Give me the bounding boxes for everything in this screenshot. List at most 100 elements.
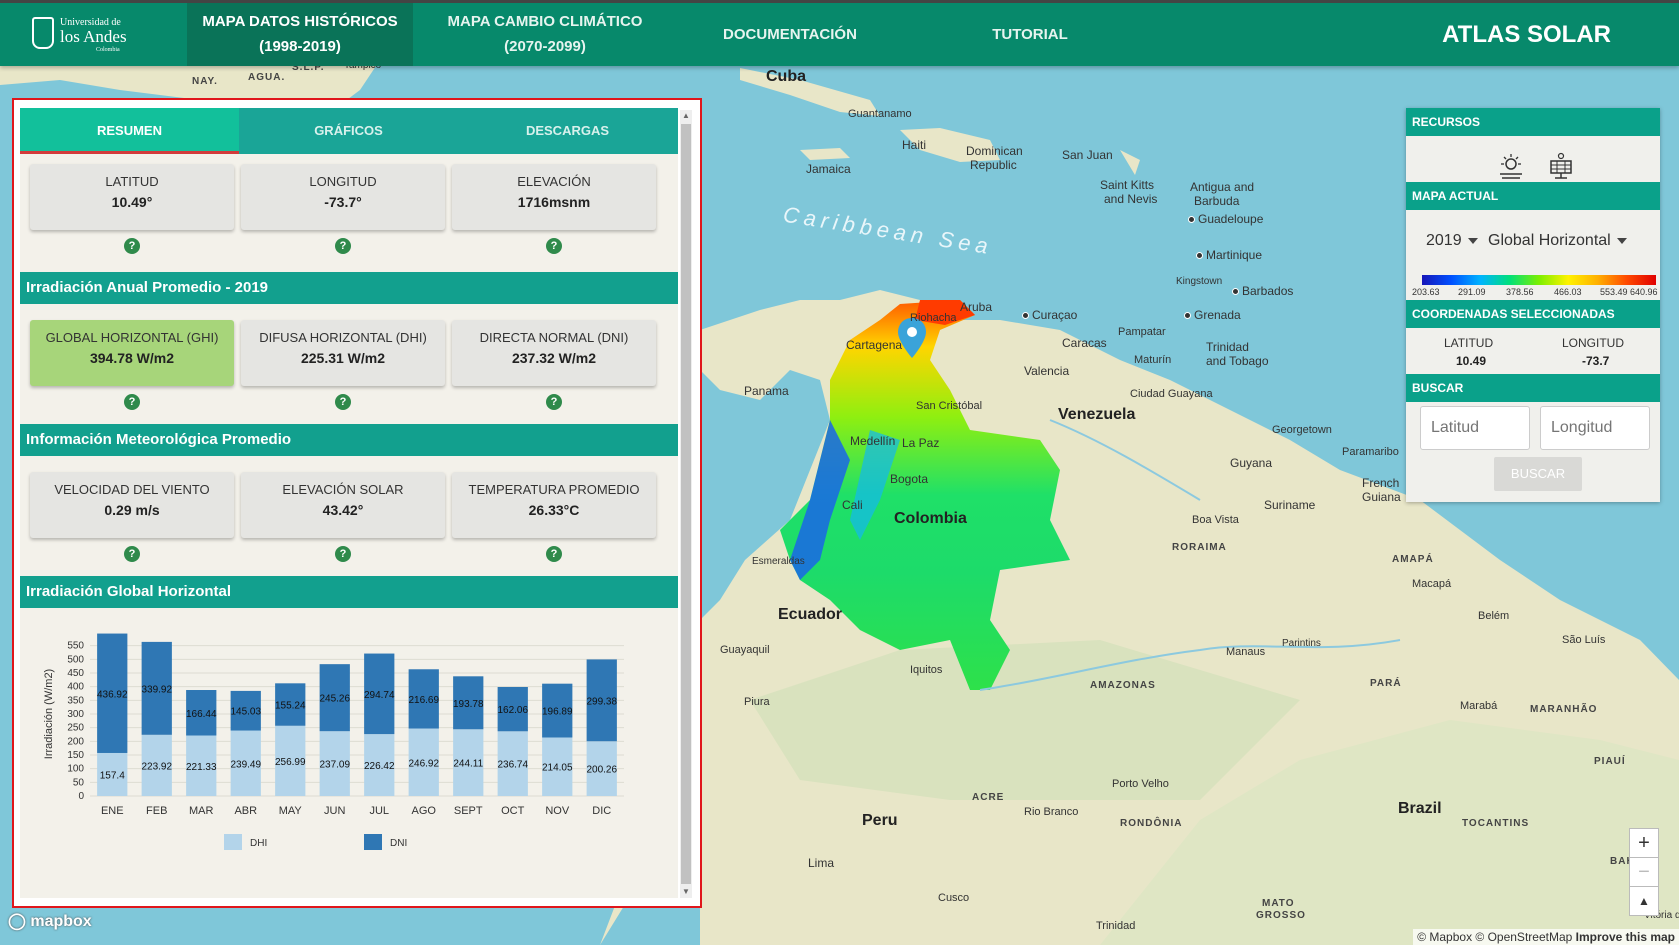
map-label: Trinidad xyxy=(1206,340,1249,354)
map-label: Riohacha xyxy=(910,312,957,324)
chart-x-tick-label: FEB xyxy=(146,805,167,817)
scroll-up-arrow-icon[interactable]: ▲ xyxy=(681,110,691,122)
map-label: Parintins xyxy=(1282,638,1321,649)
scrollbar-thumb[interactable] xyxy=(681,124,691,884)
map-label: GROSSO xyxy=(1256,910,1306,921)
chevron-down-icon xyxy=(1616,237,1627,244)
chart-y-tick-label: 100 xyxy=(67,764,84,775)
buscar-button[interactable]: BUSCAR xyxy=(1494,457,1582,491)
panel-scrollbar[interactable]: ▲ ▼ xyxy=(680,110,692,898)
mapbox-logo-text: mapbox xyxy=(30,913,92,930)
nav-tab-historical-map[interactable]: MAPA DATOS HISTÓRICOS (1998-2019) xyxy=(187,3,413,66)
card-label: VELOCIDAD DEL VIENTO xyxy=(54,482,210,497)
logo-line3: Colombia xyxy=(96,47,120,53)
map-label: Macapá xyxy=(1412,578,1452,590)
chart-data-label: 299.38 xyxy=(586,696,617,707)
map-label: Barbados xyxy=(1232,284,1293,298)
attribution-text[interactable]: © Mapbox © OpenStreetMap xyxy=(1417,930,1572,944)
help-icon[interactable]: ? xyxy=(335,546,351,562)
mapa-actual-header: MAPA ACTUAL xyxy=(1406,182,1660,210)
map-label: Boa Vista xyxy=(1192,514,1239,526)
chart-y-tick-label: 450 xyxy=(67,668,84,679)
chart-x-tick-label: ENE xyxy=(101,805,124,817)
map-label: Barbuda xyxy=(1194,194,1240,208)
zoom-in-button[interactable]: + xyxy=(1629,828,1659,858)
longitude-input[interactable] xyxy=(1540,406,1650,450)
nav-tab-tutorial[interactable]: TUTORIAL xyxy=(950,3,1110,66)
mapbox-logo[interactable]: ◯ mapbox xyxy=(8,911,92,931)
map-label: Maturín xyxy=(1134,354,1172,366)
temperature-card: TEMPERATURA PROMEDIO 26.33°C xyxy=(452,472,656,538)
summary-panel-content[interactable]: RESUMEN GRÁFICOS DESCARGAS LATITUD 10.49… xyxy=(20,108,678,898)
chart-data-label: 214.05 xyxy=(542,763,573,774)
variable-select[interactable]: Global Horizontal xyxy=(1488,232,1627,250)
help-icon[interactable]: ? xyxy=(546,238,562,254)
uniandes-logo[interactable]: Universidad de los Andes Colombia xyxy=(26,15,136,55)
map-attribution: © Mapbox © OpenStreetMap Improve this ma… xyxy=(1413,929,1679,945)
nav-tab-climate-change-map[interactable]: MAPA CAMBIO CLIMÁTICO (2070-2099) xyxy=(418,3,672,66)
section-meteo: Información Meteorológica Promedio xyxy=(20,424,678,456)
chart-x-tick-label: DIC xyxy=(592,805,611,817)
year-select[interactable]: 2019 xyxy=(1426,232,1478,250)
map-label: Suriname xyxy=(1264,498,1316,512)
chart-x-tick-label: NOV xyxy=(545,805,570,817)
map-label: Medellín xyxy=(850,434,896,448)
compass-icon[interactable]: ▲ xyxy=(1629,886,1659,916)
chart-data-label: 226.42 xyxy=(364,761,395,772)
tab-descargas[interactable]: DESCARGAS xyxy=(458,108,677,154)
card-label: DIFUSA HORIZONTAL (DHI) xyxy=(259,330,427,345)
map-label: São Luís xyxy=(1562,634,1606,646)
map-label: Brazil xyxy=(1398,800,1442,817)
help-icon[interactable]: ? xyxy=(335,238,351,254)
map-label: Guantanamo xyxy=(848,108,912,120)
zoom-out-button[interactable]: − xyxy=(1629,857,1659,887)
chart-x-tick-label: MAY xyxy=(279,805,303,817)
help-icon[interactable]: ? xyxy=(546,394,562,410)
map-label: Ecuador xyxy=(778,606,843,623)
help-icon[interactable]: ? xyxy=(335,394,351,410)
chart-x-tick-label: OCT xyxy=(501,805,525,817)
map-label: Marabá xyxy=(1460,700,1498,712)
map-label: Trinidad xyxy=(1096,920,1136,932)
buscar-header: BUSCAR xyxy=(1406,374,1660,402)
chart-legend-label: DNI xyxy=(390,838,407,849)
map-label: Saint Kitts xyxy=(1100,178,1155,192)
help-icon[interactable]: ? xyxy=(546,546,562,562)
improve-map-link[interactable]: Improve this map xyxy=(1576,930,1675,944)
chart-data-label: 162.06 xyxy=(497,705,528,716)
help-icon[interactable]: ? xyxy=(124,238,140,254)
chart-data-label: 236.74 xyxy=(497,760,528,771)
year-select-value: 2019 xyxy=(1426,232,1462,249)
solar-panel-icon[interactable] xyxy=(1546,152,1576,182)
help-icon[interactable]: ? xyxy=(124,546,140,562)
color-scale-bar xyxy=(1422,275,1656,285)
chart-data-label: 339.92 xyxy=(141,684,172,695)
scroll-down-arrow-icon[interactable]: ▼ xyxy=(681,886,691,898)
nav-tab-documentation[interactable]: DOCUMENTACIÓN xyxy=(700,3,880,66)
map-label: AGUA. xyxy=(248,72,286,83)
chart-x-tick-label: ABR xyxy=(234,805,257,817)
help-icon[interactable]: ? xyxy=(124,394,140,410)
chevron-down-icon xyxy=(1467,237,1478,244)
map-label: PARÁ xyxy=(1370,678,1402,689)
map-label: Cali xyxy=(842,498,863,512)
map-label: San Juan xyxy=(1062,148,1113,162)
chart-data-label: 245.26 xyxy=(319,694,350,705)
ghi-card: GLOBAL HORIZONTAL (GHI) 394.78 W/m2 xyxy=(30,320,234,386)
chart-x-tick-label: MAR xyxy=(189,805,214,817)
latitude-input[interactable] xyxy=(1420,406,1530,450)
color-scale-label: 378.56 xyxy=(1506,287,1534,297)
chart-y-tick-label: 400 xyxy=(67,682,84,693)
tab-graficos[interactable]: GRÁFICOS xyxy=(239,108,458,154)
chart-y-tick-label: 0 xyxy=(78,791,84,802)
map-label: French xyxy=(1362,476,1400,490)
logo-line2: los Andes xyxy=(60,27,127,46)
nav-tab-sublabel: (1998-2019) xyxy=(259,38,341,55)
map-label: TOCANTINS xyxy=(1462,818,1530,829)
solar-irradiance-icon[interactable] xyxy=(1496,152,1526,182)
chart-data-label: 256.99 xyxy=(275,757,306,768)
dni-card: DIRECTA NORMAL (DNI) 237.32 W/m2 xyxy=(452,320,656,386)
map-label: Kingstown xyxy=(1176,276,1223,287)
coord-lon-label: LONGITUD xyxy=(1562,336,1625,350)
tab-resumen[interactable]: RESUMEN xyxy=(20,108,239,154)
